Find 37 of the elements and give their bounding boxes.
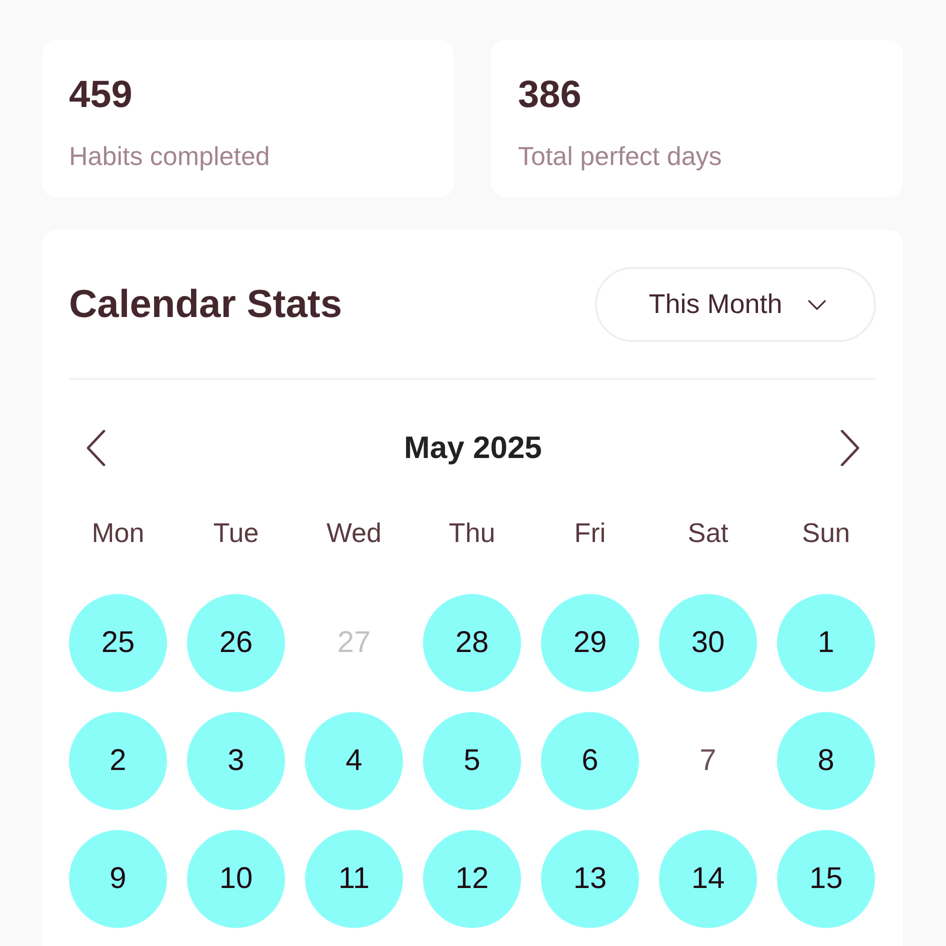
weekday-label: Tue: [212, 517, 260, 550]
calendar-day[interactable]: 10: [187, 830, 285, 928]
weekday-label: Sun: [800, 517, 852, 550]
calendar-day[interactable]: 4: [305, 712, 403, 810]
calendar-day[interactable]: 29: [541, 594, 639, 692]
calendar-day[interactable]: 8: [777, 712, 875, 810]
weekday-label: Fri: [573, 517, 607, 550]
calendar-day[interactable]: 7: [659, 712, 757, 810]
calendar-title: Calendar Stats: [69, 282, 342, 328]
weekday-label: Thu: [448, 517, 496, 550]
caret-icon: [808, 300, 826, 310]
calendar-day[interactable]: 9: [69, 830, 167, 928]
calendar-day[interactable]: 28: [423, 594, 521, 692]
calendar-day[interactable]: 15: [777, 830, 875, 928]
calendar-day[interactable]: 14: [659, 830, 757, 928]
month-label: May 2025: [404, 430, 542, 466]
stat-label: Habits completed: [69, 140, 270, 172]
weekday-label: Sat: [686, 517, 730, 550]
calendar-day[interactable]: 25: [69, 594, 167, 692]
calendar-day[interactable]: 3: [187, 712, 285, 810]
calendar-day[interactable]: 6: [541, 712, 639, 810]
stat-label: Total perfect days: [518, 140, 722, 172]
calendar-day[interactable]: 11: [305, 830, 403, 928]
previous-month-icon[interactable]: [86, 430, 106, 466]
stat-value: 459: [69, 73, 132, 118]
calendar-day[interactable]: 13: [541, 830, 639, 928]
next-month-icon[interactable]: [840, 430, 860, 466]
calendar-day[interactable]: 30: [659, 594, 757, 692]
weekday-label: Wed: [325, 517, 383, 550]
calendar-day[interactable]: 26: [187, 594, 285, 692]
calendar-day[interactable]: 2: [69, 712, 167, 810]
calendar-day[interactable]: 1: [777, 594, 875, 692]
range-dropdown[interactable]: This Month: [595, 267, 876, 342]
calendar-day[interactable]: 5: [423, 712, 521, 810]
calendar-day[interactable]: 12: [423, 830, 521, 928]
stat-value: 386: [518, 73, 582, 118]
weekday-label: Mon: [90, 517, 146, 550]
